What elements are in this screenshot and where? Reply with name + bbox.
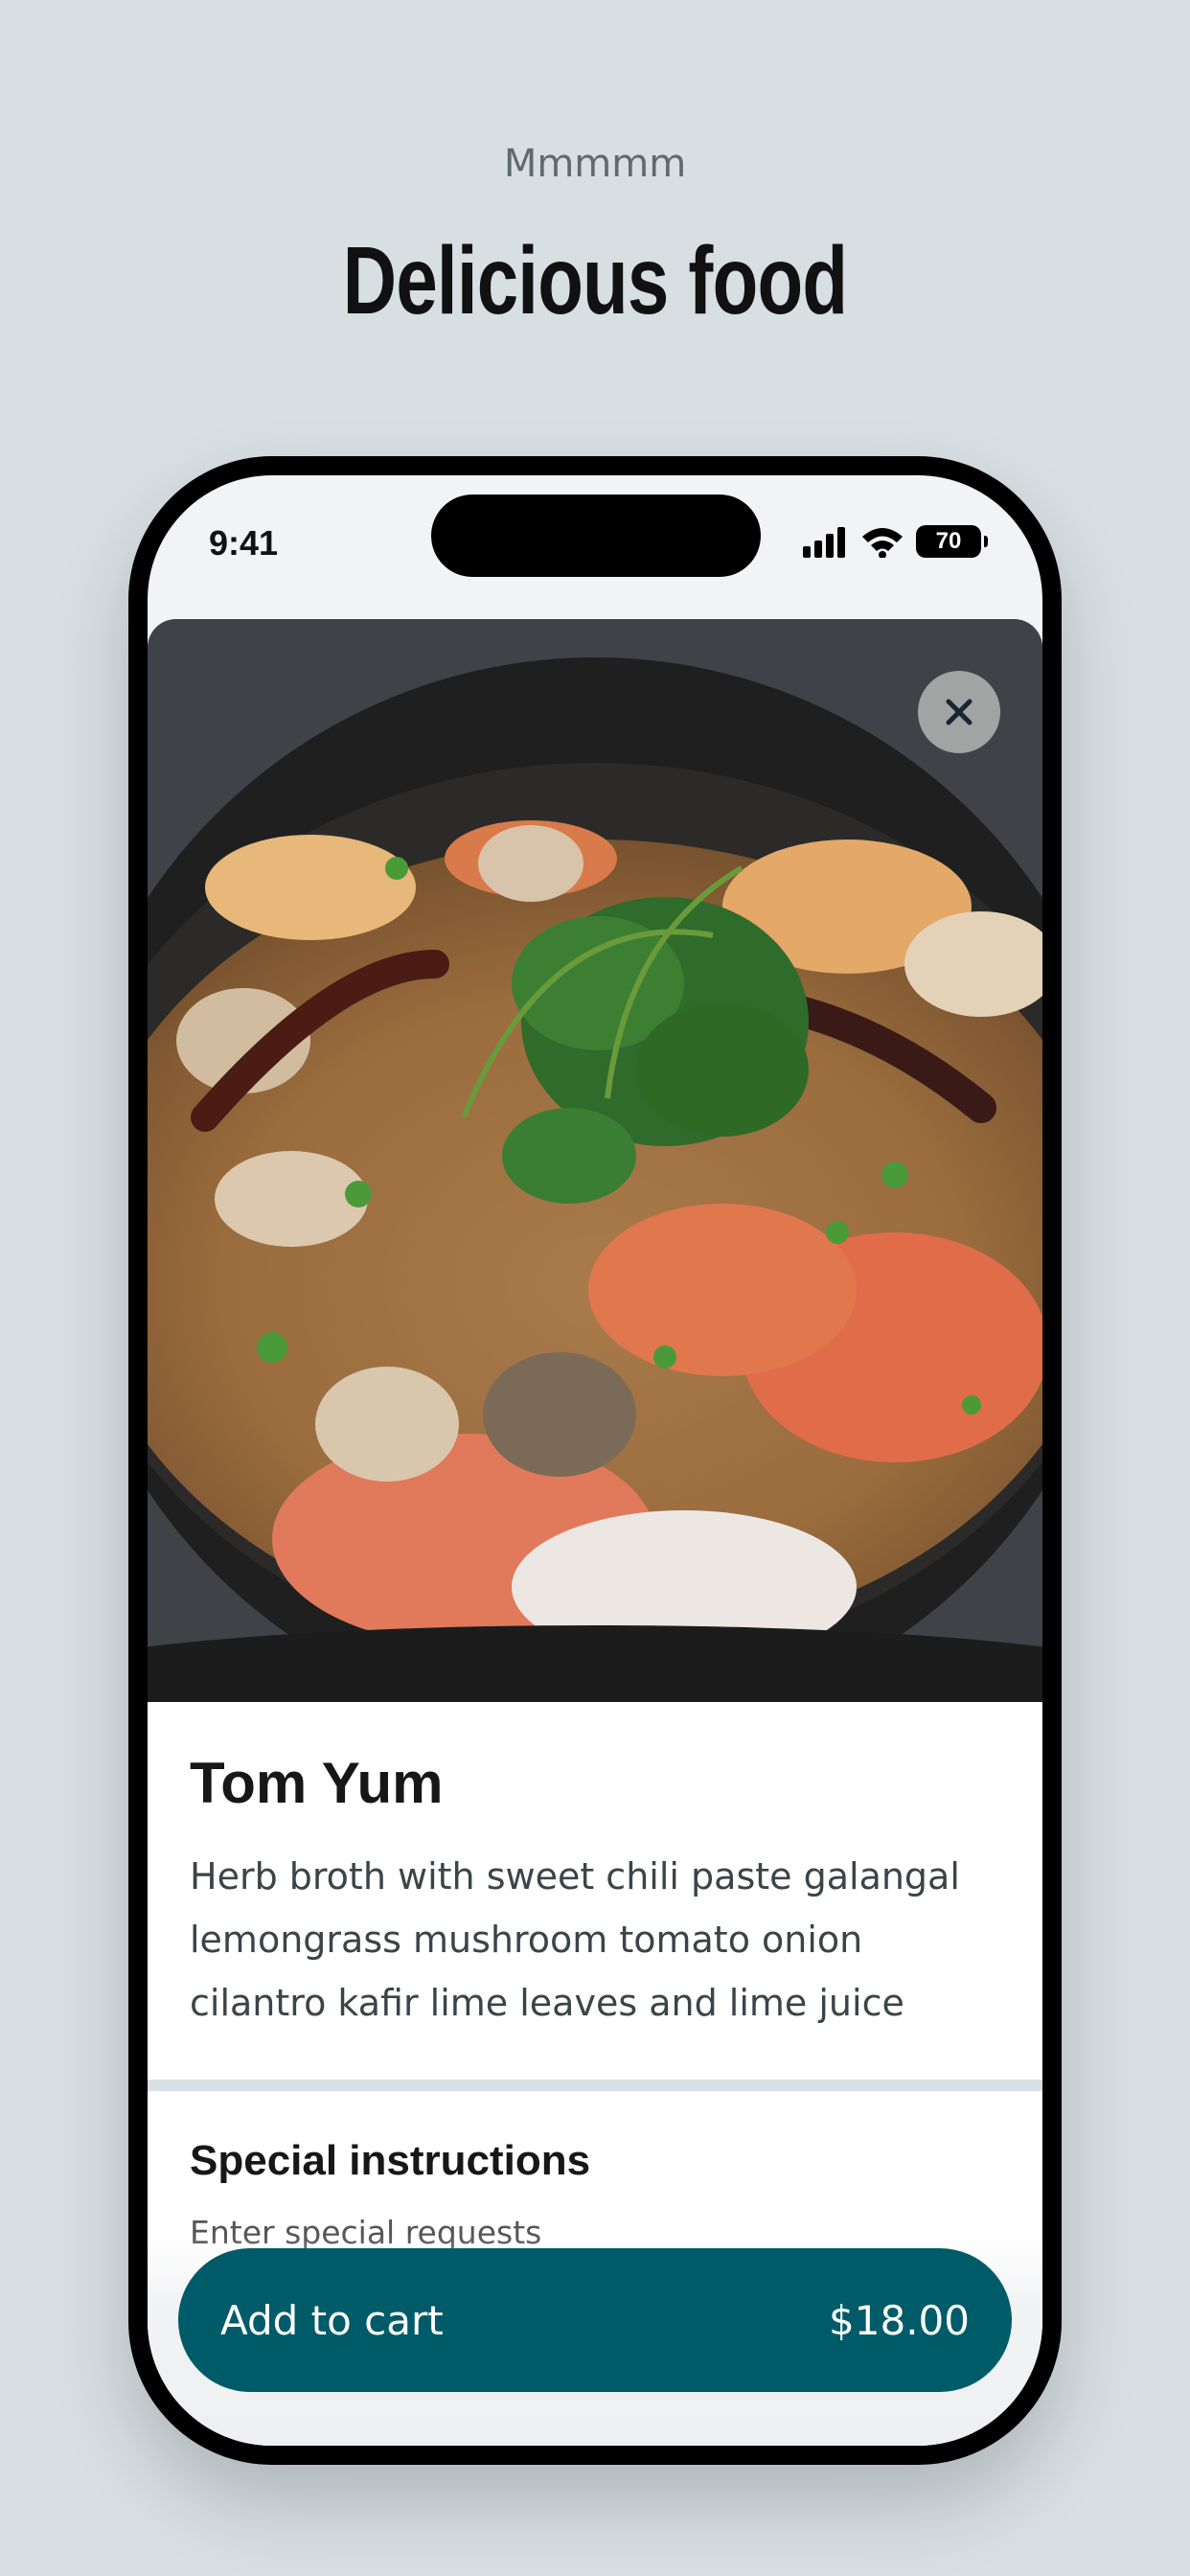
add-to-cart-label: Add to cart (220, 2296, 444, 2344)
wifi-icon (862, 528, 903, 558)
special-instructions-title: Special instructions (190, 2137, 591, 2184)
battery-icon: 70 (916, 525, 988, 558)
item-name: Tom Yum (190, 1751, 444, 1815)
add-to-cart-button[interactable]: Add to cart $18.00 (178, 2248, 1012, 2392)
dynamic-island (431, 494, 761, 577)
item-info: Tom Yum Herb broth with sweet chili past… (148, 1702, 1042, 2035)
status-time: 9:41 (209, 523, 279, 563)
page-title: Delicious food (342, 227, 848, 334)
close-button[interactable] (918, 671, 1000, 753)
item-description: Herb broth with sweet chili paste galang… (190, 1855, 960, 2024)
page-eyebrow: Mmmmm (503, 142, 687, 186)
dish-photo (148, 619, 1042, 1702)
item-detail-sheet: Tom Yum Herb broth with sweet chili past… (148, 619, 1042, 2446)
tom-yum-soup-image (148, 619, 1042, 1702)
section-divider (148, 2080, 1042, 2091)
phone-screen: 9:41 70 Tom Yum Herb broth with sweet ch… (148, 475, 1042, 2446)
close-icon (946, 699, 973, 725)
status-icons: 70 (801, 525, 988, 558)
signal-icon (803, 527, 845, 558)
phone-frame: 9:41 70 Tom Yum Herb broth with sweet ch… (128, 456, 1062, 2465)
cart-price: $18.00 (829, 2296, 970, 2344)
